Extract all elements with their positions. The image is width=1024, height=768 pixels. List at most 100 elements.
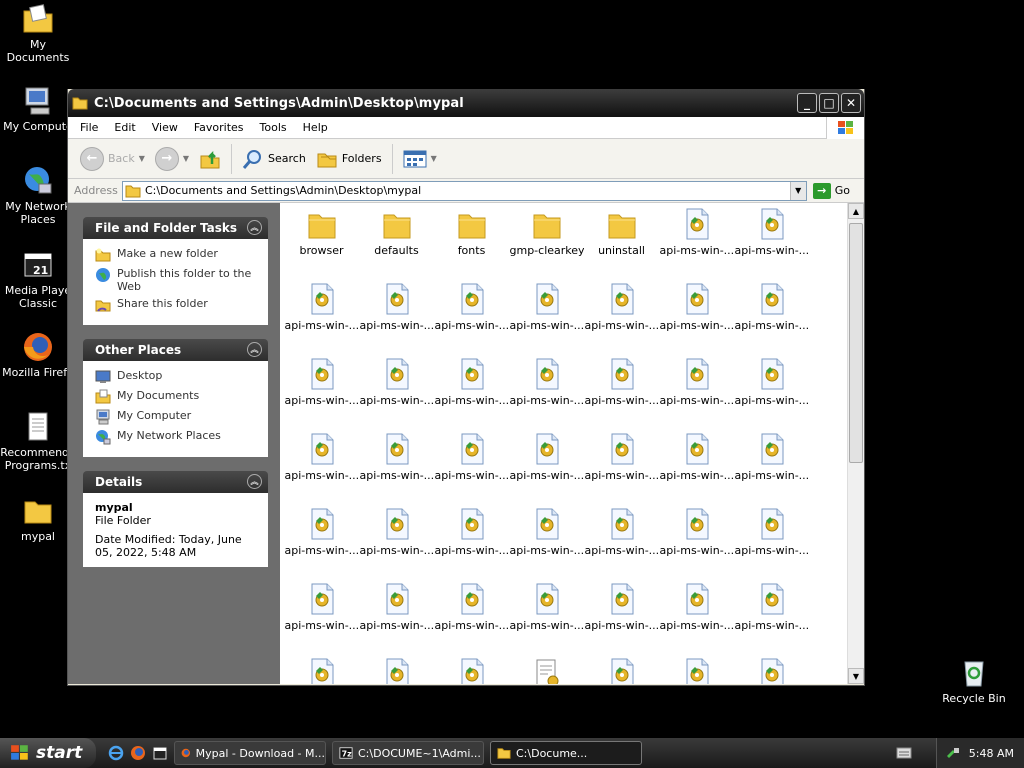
- file-item[interactable]: api-ms-win-...: [509, 357, 584, 432]
- file-item[interactable]: api-ms-win-...: [509, 432, 584, 507]
- file-item[interactable]: api-ms-win-...: [659, 582, 734, 657]
- file-item[interactable]: api-ms-win-...: [734, 432, 809, 507]
- file-item[interactable]: api-ms-win-...: [734, 357, 809, 432]
- folder-item[interactable]: fonts: [434, 207, 509, 282]
- folder-item[interactable]: gmp-clearkey: [509, 207, 584, 282]
- desktop-icon-media-player-classic[interactable]: 21 Media Playe Classic: [0, 248, 76, 310]
- file-item[interactable]: api-ms-win-...: [284, 582, 359, 657]
- file-item[interactable]: api-ms-win-...: [284, 432, 359, 507]
- close-button[interactable]: ✕: [841, 93, 861, 113]
- vertical-scrollbar[interactable]: ▲ ▼: [847, 203, 864, 684]
- file-item[interactable]: api-ms-win-...: [284, 507, 359, 582]
- start-button[interactable]: start: [0, 738, 96, 768]
- taskbar-button-mypal[interactable]: Mypal - Download - M...: [174, 741, 326, 765]
- panel-header[interactable]: Details ︽: [83, 471, 268, 493]
- address-dropdown-button[interactable]: ▼: [789, 181, 806, 200]
- file-item[interactable]: [284, 657, 359, 684]
- file-item[interactable]: api-ms-win-...: [284, 357, 359, 432]
- file-item[interactable]: [584, 657, 659, 684]
- minimize-button[interactable]: _: [797, 93, 817, 113]
- taskbar-button-explorer[interactable]: C:\Docume...: [490, 741, 642, 765]
- panel-header[interactable]: Other Places ︽: [83, 339, 268, 361]
- task-make-new-folder[interactable]: Make a new folder: [95, 247, 260, 263]
- collapse-chevron-icon[interactable]: ︽: [247, 342, 262, 357]
- file-item[interactable]: api-ms-win-...: [509, 282, 584, 357]
- file-item[interactable]: api-ms-win-...: [434, 582, 509, 657]
- file-item[interactable]: api-ms-win-...: [284, 282, 359, 357]
- internet-explorer-icon[interactable]: [108, 745, 124, 761]
- menu-favorites[interactable]: Favorites: [186, 121, 252, 134]
- file-item[interactable]: api-ms-win-...: [359, 282, 434, 357]
- file-item[interactable]: [359, 657, 434, 684]
- file-item[interactable]: api-ms-win-...: [584, 507, 659, 582]
- file-list-view[interactable]: browser defaults fonts gmp-clearkey uninstal…: [280, 203, 864, 684]
- place-my-documents[interactable]: My Documents: [95, 389, 260, 405]
- desktop-icon-my-documents[interactable]: My Documents: [0, 2, 76, 64]
- title-bar[interactable]: C:\Documents and Settings\Admin\Desktop\…: [68, 89, 864, 117]
- folder-item[interactable]: uninstall: [584, 207, 659, 282]
- file-item[interactable]: api-ms-win-...: [734, 582, 809, 657]
- task-publish-folder[interactable]: Publish this folder to the Web: [95, 267, 260, 293]
- menu-tools[interactable]: Tools: [252, 121, 295, 134]
- folder-item[interactable]: defaults: [359, 207, 434, 282]
- file-item[interactable]: api-ms-win-...: [659, 432, 734, 507]
- scroll-thumb[interactable]: [849, 223, 863, 463]
- menu-view[interactable]: View: [144, 121, 186, 134]
- collapse-chevron-icon[interactable]: ︽: [247, 220, 262, 235]
- desktop-icon-recycle-bin[interactable]: Recycle Bin: [936, 656, 1012, 705]
- file-item[interactable]: api-ms-win-...: [509, 507, 584, 582]
- place-my-network-places[interactable]: My Network Places: [95, 429, 260, 445]
- menu-edit[interactable]: Edit: [106, 121, 143, 134]
- place-my-computer[interactable]: My Computer: [95, 409, 260, 425]
- scroll-up-button[interactable]: ▲: [848, 203, 864, 219]
- up-button[interactable]: [195, 146, 225, 172]
- panel-header[interactable]: File and Folder Tasks ︽: [83, 217, 268, 239]
- clock[interactable]: 5:48 AM: [969, 747, 1014, 760]
- file-item[interactable]: api-ms-win-...: [584, 357, 659, 432]
- file-item[interactable]: api-ms-win-...: [359, 582, 434, 657]
- file-item[interactable]: api-ms-win-...: [659, 282, 734, 357]
- search-button[interactable]: Search: [238, 146, 310, 172]
- safely-remove-hardware-icon[interactable]: [945, 746, 961, 760]
- back-button[interactable]: ← Back ▼: [76, 145, 149, 173]
- file-item[interactable]: api-ms-win-...: [434, 507, 509, 582]
- taskbar-button-7zip[interactable]: 7z C:\DOCUME~1\Admi...: [332, 741, 484, 765]
- go-button[interactable]: → Go: [807, 182, 864, 199]
- views-button[interactable]: ▼: [399, 148, 441, 170]
- address-input[interactable]: C:\Documents and Settings\Admin\Desktop\…: [122, 180, 807, 201]
- file-item[interactable]: api-ms-win-...: [359, 432, 434, 507]
- file-item[interactable]: [734, 657, 809, 684]
- menu-file[interactable]: File: [72, 121, 106, 134]
- file-item[interactable]: api-ms-win-...: [734, 207, 809, 282]
- maximize-button[interactable]: □: [819, 93, 839, 113]
- file-item[interactable]: api-ms-win-...: [434, 357, 509, 432]
- file-item[interactable]: [509, 657, 584, 684]
- file-item[interactable]: api-ms-win-...: [359, 357, 434, 432]
- desktop-icon-mypal[interactable]: mypal: [0, 494, 76, 543]
- desktop-icon-my-computer[interactable]: My Compute: [0, 84, 76, 133]
- place-desktop[interactable]: Desktop: [95, 369, 260, 385]
- folder-item[interactable]: browser: [284, 207, 359, 282]
- file-item[interactable]: api-ms-win-...: [659, 207, 734, 282]
- file-item[interactable]: api-ms-win-...: [584, 432, 659, 507]
- file-item[interactable]: api-ms-win-...: [659, 507, 734, 582]
- file-item[interactable]: [659, 657, 734, 684]
- file-item[interactable]: api-ms-win-...: [584, 582, 659, 657]
- file-item[interactable]: api-ms-win-...: [734, 507, 809, 582]
- file-item[interactable]: api-ms-win-...: [359, 507, 434, 582]
- file-item[interactable]: api-ms-win-...: [734, 282, 809, 357]
- collapse-chevron-icon[interactable]: ︽: [247, 474, 262, 489]
- scroll-down-button[interactable]: ▼: [848, 668, 864, 684]
- forward-button[interactable]: → ▼: [151, 145, 193, 173]
- file-item[interactable]: [434, 657, 509, 684]
- keyboard-icon[interactable]: [896, 746, 912, 760]
- media-player-icon[interactable]: [152, 745, 168, 761]
- firefox-icon[interactable]: [130, 745, 146, 761]
- menu-help[interactable]: Help: [295, 121, 336, 134]
- file-item[interactable]: api-ms-win-...: [584, 282, 659, 357]
- desktop-icon-recommended-programs[interactable]: Recommende Programs.tx: [0, 410, 76, 472]
- file-item[interactable]: api-ms-win-...: [509, 582, 584, 657]
- desktop-icon-mozilla-firefox[interactable]: Mozilla Firefo: [0, 330, 76, 379]
- folders-button[interactable]: Folders: [312, 147, 386, 171]
- file-item[interactable]: api-ms-win-...: [434, 432, 509, 507]
